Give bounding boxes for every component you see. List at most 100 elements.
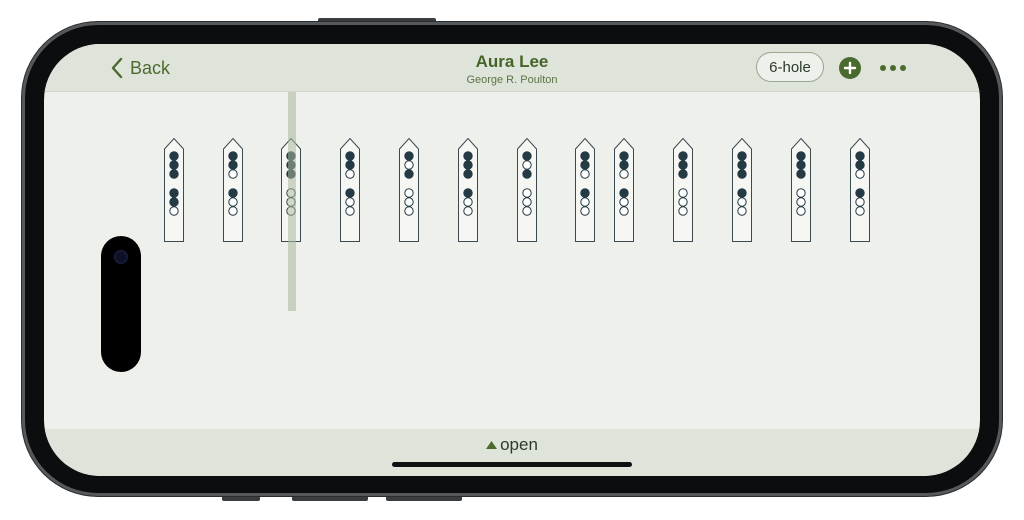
open-hole: [404, 206, 414, 216]
covered-hole: [796, 160, 806, 170]
covered-hole: [404, 169, 414, 179]
covered-hole: [737, 188, 747, 198]
covered-hole: [678, 151, 688, 161]
open-hole: [855, 206, 865, 216]
covered-hole: [522, 169, 532, 179]
fingering-diagram[interactable]: [399, 138, 419, 242]
covered-hole: [345, 160, 355, 170]
ellipsis-icon: [890, 65, 896, 71]
hole-mode-button[interactable]: 6-hole: [756, 52, 824, 82]
covered-hole: [463, 188, 473, 198]
fingering-diagram[interactable]: [850, 138, 870, 242]
fingering-diagram[interactable]: [673, 138, 693, 242]
covered-hole: [619, 188, 629, 198]
open-hole: [855, 197, 865, 207]
open-hole: [619, 169, 629, 179]
covered-hole: [169, 160, 179, 170]
covered-hole: [737, 169, 747, 179]
covered-hole: [796, 169, 806, 179]
covered-hole: [522, 151, 532, 161]
open-hole: [345, 197, 355, 207]
ellipsis-icon: [900, 65, 906, 71]
open-label: open: [500, 435, 538, 454]
open-hole: [796, 206, 806, 216]
playhead-cursor[interactable]: [288, 92, 296, 311]
covered-hole: [169, 151, 179, 161]
covered-hole: [169, 169, 179, 179]
open-hole: [404, 197, 414, 207]
triangle-up-icon: [486, 441, 498, 449]
covered-hole: [228, 160, 238, 170]
open-hole: [580, 169, 590, 179]
open-hole: [678, 197, 688, 207]
covered-hole: [463, 151, 473, 161]
covered-hole: [169, 197, 179, 207]
open-hole: [737, 206, 747, 216]
add-button[interactable]: [839, 57, 861, 79]
open-hole: [463, 206, 473, 216]
fingering-diagram[interactable]: [458, 138, 478, 242]
covered-hole: [678, 169, 688, 179]
covered-hole: [580, 151, 590, 161]
covered-hole: [855, 160, 865, 170]
fingering-diagram[interactable]: [517, 138, 537, 242]
fingering-diagram[interactable]: [164, 138, 184, 242]
fingering-diagram[interactable]: [732, 138, 752, 242]
covered-hole: [855, 151, 865, 161]
open-hole: [796, 197, 806, 207]
open-hole: [619, 197, 629, 207]
covered-hole: [737, 151, 747, 161]
open-hole: [345, 206, 355, 216]
open-hole: [580, 206, 590, 216]
open-hole: [796, 188, 806, 198]
plus-circle-icon: [843, 61, 857, 75]
open-hole: [228, 206, 238, 216]
covered-hole: [228, 188, 238, 198]
open-hole: [228, 197, 238, 207]
covered-hole: [228, 151, 238, 161]
covered-hole: [855, 188, 865, 198]
covered-hole: [580, 188, 590, 198]
app-screen: Back Aura Lee George R. Poulton 6-hole o…: [44, 44, 980, 476]
open-hole: [522, 197, 532, 207]
covered-hole: [463, 169, 473, 179]
covered-hole: [737, 160, 747, 170]
open-toggle[interactable]: open: [44, 434, 980, 456]
fingering-chart-area: [44, 92, 980, 429]
bottom-bar: open: [44, 429, 980, 476]
ellipsis-icon: [880, 65, 886, 71]
open-hole: [678, 188, 688, 198]
covered-hole: [580, 160, 590, 170]
fingering-diagram[interactable]: [340, 138, 360, 242]
home-indicator: [392, 462, 632, 467]
open-hole: [855, 169, 865, 179]
dynamic-island: [101, 236, 141, 372]
covered-hole: [345, 188, 355, 198]
open-hole: [345, 169, 355, 179]
covered-hole: [678, 160, 688, 170]
open-hole: [522, 188, 532, 198]
open-hole: [522, 160, 532, 170]
open-hole: [404, 160, 414, 170]
open-hole: [522, 206, 532, 216]
covered-hole: [169, 188, 179, 198]
covered-hole: [345, 151, 355, 161]
open-hole: [228, 169, 238, 179]
nav-header: Back Aura Lee George R. Poulton 6-hole: [44, 44, 980, 92]
open-hole: [169, 206, 179, 216]
camera-icon: [114, 250, 128, 264]
fingering-diagram[interactable]: [575, 138, 595, 242]
covered-hole: [619, 151, 629, 161]
fingering-diagram[interactable]: [791, 138, 811, 242]
covered-hole: [404, 151, 414, 161]
covered-hole: [463, 160, 473, 170]
open-hole: [619, 206, 629, 216]
more-button[interactable]: [880, 61, 906, 75]
open-hole: [737, 197, 747, 207]
open-hole: [580, 197, 590, 207]
covered-hole: [619, 160, 629, 170]
fingering-diagram[interactable]: [614, 138, 634, 242]
open-hole: [404, 188, 414, 198]
fingering-diagram[interactable]: [223, 138, 243, 242]
covered-hole: [796, 151, 806, 161]
